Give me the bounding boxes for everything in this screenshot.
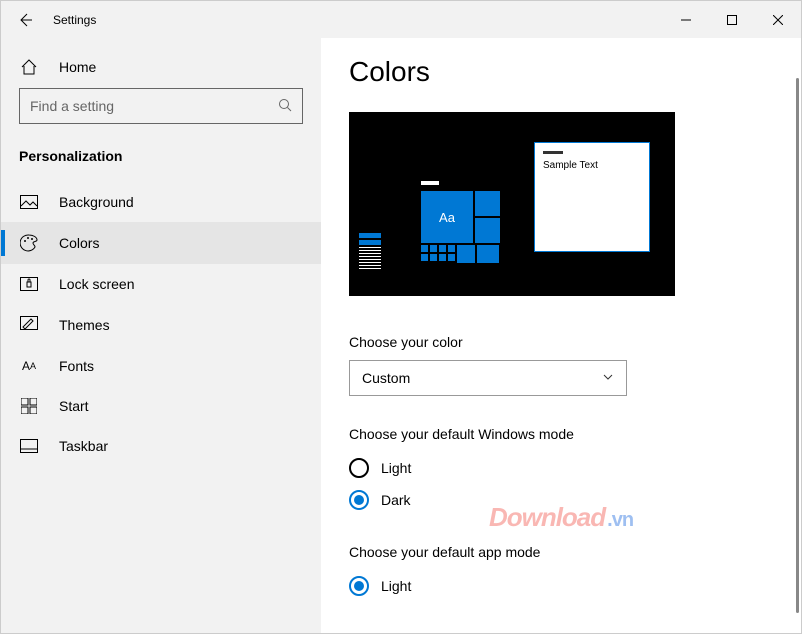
arrow-left-icon xyxy=(17,12,33,28)
windows-mode-dark[interactable]: Dark xyxy=(349,484,773,516)
close-icon xyxy=(773,15,783,25)
sidebar-item-background[interactable]: Background xyxy=(1,182,321,222)
sidebar-item-lock-screen[interactable]: Lock screen xyxy=(1,264,321,304)
sidebar-item-label: Background xyxy=(59,194,134,210)
category-header: Personalization xyxy=(1,140,321,182)
content: Colors Aa xyxy=(321,38,801,633)
sidebar-item-taskbar[interactable]: Taskbar xyxy=(1,426,321,466)
color-preview: Aa Sample Text xyxy=(349,112,675,296)
taskbar-icon xyxy=(19,439,39,453)
minimize-icon xyxy=(681,15,691,25)
radio-icon xyxy=(349,576,369,596)
preview-taskbar xyxy=(359,233,381,271)
back-button[interactable] xyxy=(1,1,49,38)
maximize-icon xyxy=(727,15,737,25)
preview-sample-text: Sample Text xyxy=(543,160,598,171)
brush-icon xyxy=(19,316,39,334)
app-mode-light[interactable]: Light xyxy=(349,570,773,602)
scrollbar[interactable] xyxy=(796,78,799,613)
font-icon: AA xyxy=(19,359,39,373)
palette-icon xyxy=(19,234,39,252)
radio-label: Light xyxy=(381,460,411,476)
close-button[interactable] xyxy=(755,1,801,38)
preview-window: Sample Text xyxy=(534,142,650,252)
page-title: Colors xyxy=(349,56,773,88)
picture-icon xyxy=(19,195,39,209)
windows-mode-light[interactable]: Light xyxy=(349,452,773,484)
sidebar-item-start[interactable]: Start xyxy=(1,386,321,426)
search-input[interactable]: Find a setting xyxy=(19,88,303,124)
sidebar: Home Find a setting Personalization Back… xyxy=(1,38,321,633)
windows-mode-label: Choose your default Windows mode xyxy=(349,426,773,442)
radio-label: Light xyxy=(381,578,411,594)
sidebar-item-label: Themes xyxy=(59,317,110,333)
radio-label: Dark xyxy=(381,492,411,508)
window-controls xyxy=(663,1,801,38)
sidebar-item-label: Taskbar xyxy=(59,438,108,454)
home-icon xyxy=(19,58,39,76)
sidebar-item-themes[interactable]: Themes xyxy=(1,304,321,346)
choose-color-value: Custom xyxy=(362,370,410,386)
radio-icon xyxy=(349,490,369,510)
sidebar-item-label: Lock screen xyxy=(59,276,134,292)
app-mode-label: Choose your default app mode xyxy=(349,544,773,560)
sidebar-item-label: Fonts xyxy=(59,358,94,374)
sidebar-item-fonts[interactable]: AA Fonts xyxy=(1,346,321,386)
app-mode-group: Light xyxy=(349,570,773,602)
sidebar-item-label: Colors xyxy=(59,235,99,251)
chevron-down-icon xyxy=(602,370,614,386)
body: Home Find a setting Personalization Back… xyxy=(1,38,801,633)
start-icon xyxy=(19,398,39,414)
search-placeholder: Find a setting xyxy=(30,98,278,114)
nav-home[interactable]: Home xyxy=(1,46,321,88)
maximize-button[interactable] xyxy=(709,1,755,38)
window-title: Settings xyxy=(53,13,96,27)
choose-color-label: Choose your color xyxy=(349,334,773,350)
titlebar: Settings xyxy=(1,1,801,38)
minimize-button[interactable] xyxy=(663,1,709,38)
sidebar-item-colors[interactable]: Colors xyxy=(1,222,321,264)
choose-color-select[interactable]: Custom xyxy=(349,360,627,396)
sidebar-item-label: Start xyxy=(59,398,89,414)
preview-big-tile: Aa xyxy=(421,191,473,243)
preview-start-tiles: Aa xyxy=(421,181,509,271)
radio-icon xyxy=(349,458,369,478)
nav-home-label: Home xyxy=(59,59,96,75)
search-icon xyxy=(278,98,292,115)
windows-mode-group: Light Dark xyxy=(349,452,773,516)
lock-screen-icon xyxy=(19,277,39,291)
